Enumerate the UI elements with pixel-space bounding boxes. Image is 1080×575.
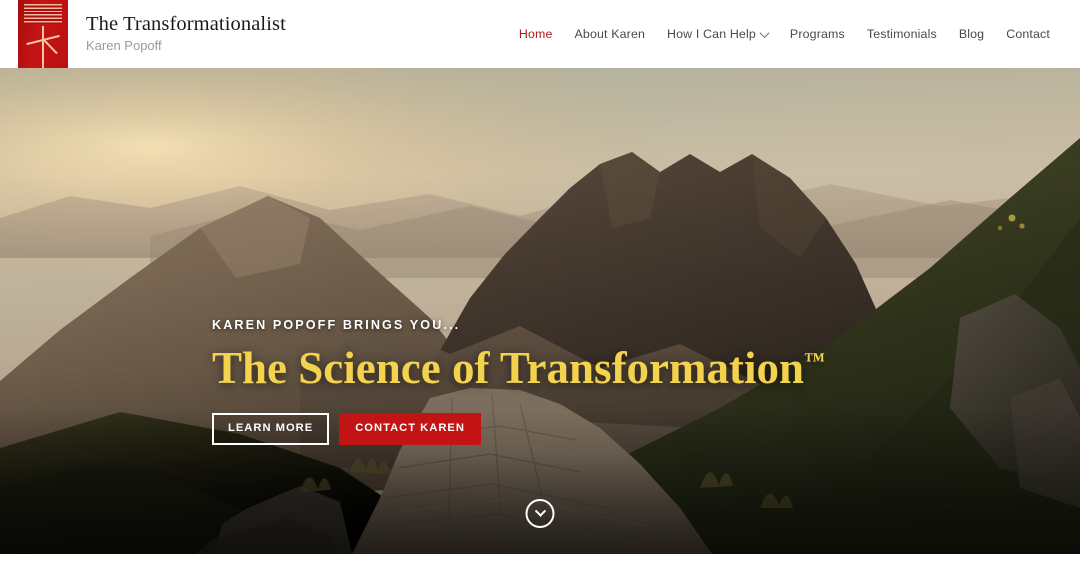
hero-content: KAREN POPOFF BRINGS YOU... The Science o… bbox=[212, 318, 825, 445]
brand-text: The Transformationalist Karen Popoff bbox=[86, 0, 286, 68]
trademark-symbol: ™ bbox=[804, 348, 825, 372]
scroll-down-chevron-circle-icon[interactable] bbox=[525, 499, 555, 528]
hero-title-text: The Science of Transformation bbox=[212, 343, 805, 393]
logo-stripes bbox=[24, 4, 62, 24]
brand[interactable]: The Transformationalist Karen Popoff bbox=[0, 0, 286, 68]
nav-item-about-karen[interactable]: About Karen bbox=[575, 27, 646, 41]
nav-item-testimonials[interactable]: Testimonials bbox=[867, 27, 937, 41]
nav-item-programs[interactable]: Programs bbox=[790, 27, 845, 41]
site-header: The Transformationalist Karen Popoff Hom… bbox=[0, 0, 1080, 68]
transformationalist-logo-mark-icon[interactable] bbox=[18, 0, 68, 68]
brand-title: The Transformationalist bbox=[86, 12, 286, 35]
nav-item-home[interactable]: Home bbox=[519, 27, 553, 41]
main-navigation: Home About Karen How I Can Help Programs… bbox=[519, 27, 1050, 41]
nav-item-blog-label: Blog bbox=[958, 27, 985, 41]
nav-item-home-label: Home bbox=[518, 27, 553, 41]
page-bottom-spacer bbox=[0, 554, 1080, 575]
nav-item-contact-label: Contact bbox=[1006, 27, 1050, 41]
nav-item-contact[interactable]: Contact bbox=[1006, 27, 1050, 41]
brand-subtitle: Karen Popoff bbox=[86, 38, 162, 54]
hero-cta-group: LEARN MORE CONTACT KAREN bbox=[212, 413, 825, 445]
hero-section: KAREN POPOFF BRINGS YOU... The Science o… bbox=[0, 68, 1080, 554]
chevron-down-icon bbox=[759, 27, 770, 38]
hero-title: The Science of Transformation™ bbox=[212, 343, 825, 393]
nav-item-about-karen-label: About Karen bbox=[574, 27, 646, 41]
contact-karen-button[interactable]: CONTACT KAREN bbox=[339, 413, 481, 445]
nav-item-blog[interactable]: Blog bbox=[959, 27, 984, 41]
nav-item-programs-label: Programs bbox=[789, 27, 845, 41]
nav-item-how-i-can-help[interactable]: How I Can Help bbox=[667, 27, 770, 41]
hero-background-image bbox=[0, 68, 1080, 554]
nav-item-how-i-can-help-label: How I Can Help bbox=[667, 27, 756, 41]
hero-eyebrow: KAREN POPOFF BRINGS YOU... bbox=[212, 318, 461, 332]
learn-more-button[interactable]: LEARN MORE bbox=[212, 413, 330, 445]
logo-k-glyph bbox=[18, 24, 68, 68]
nav-item-testimonials-label: Testimonials bbox=[866, 27, 937, 41]
